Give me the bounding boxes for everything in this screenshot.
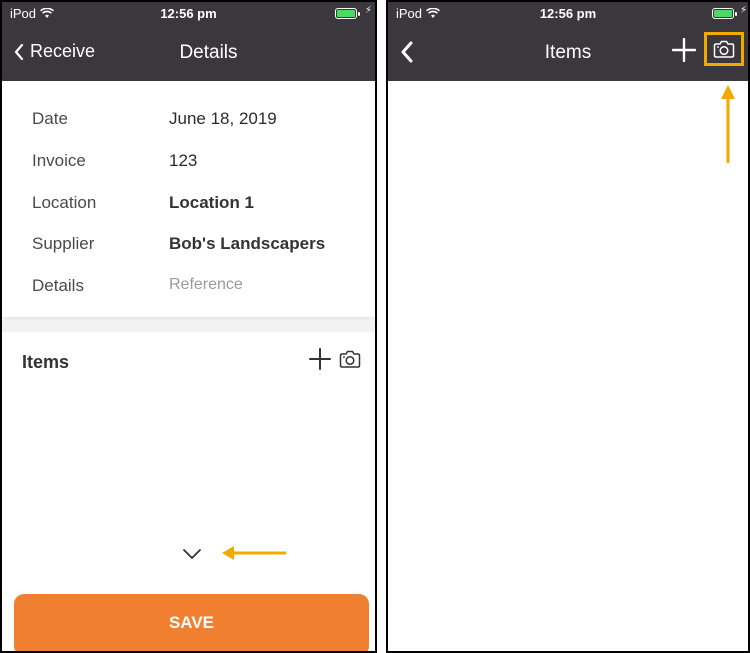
detail-row-invoice[interactable]: Invoice 123 <box>32 151 365 177</box>
charging-icon: ⚡ <box>364 5 372 16</box>
supplier-value[interactable]: Bob's Landscapers <box>169 234 325 254</box>
detail-label: Supplier <box>32 234 95 253</box>
items-actions <box>309 348 361 370</box>
camera-icon <box>713 40 735 58</box>
location-value[interactable]: Location 1 <box>169 193 254 213</box>
save-button[interactable]: SAVE <box>14 594 369 651</box>
status-bar: iPod 12:56 pm ⚡ <box>388 2 748 25</box>
detail-label: Date <box>32 109 68 128</box>
status-time: 12:56 pm <box>160 6 217 21</box>
status-bar: iPod 12:56 pm ⚡ <box>2 2 375 25</box>
nav-bar: Items <box>388 25 748 81</box>
chevron-left-icon <box>14 43 24 60</box>
status-time: 12:56 pm <box>539 6 597 21</box>
detail-row-supplier[interactable]: Supplier Bob's Landscapers <box>32 234 365 260</box>
reference-field[interactable]: Reference <box>169 276 243 294</box>
plus-icon[interactable] <box>672 38 696 62</box>
back-button[interactable]: Receive <box>14 41 95 62</box>
plus-icon[interactable] <box>309 348 331 370</box>
detail-label: Invoice <box>32 151 86 170</box>
detail-row-date[interactable]: Date June 18, 2019 <box>32 109 365 135</box>
back-label: Receive <box>30 41 96 61</box>
back-button[interactable] <box>400 41 414 63</box>
camera-button[interactable] <box>704 32 744 66</box>
chevron-down-icon[interactable] <box>182 548 202 560</box>
section-divider <box>2 320 375 332</box>
arrow-left-icon <box>222 546 286 560</box>
nav-bar: Receive Details <box>2 25 375 81</box>
details-screen: iPod 12:56 pm ⚡ Receive Details Date Jun… <box>0 0 377 653</box>
arrow-up-icon <box>721 85 735 163</box>
items-screen: iPod 12:56 pm ⚡ Items <box>386 0 750 653</box>
date-value[interactable]: June 18, 2019 <box>169 109 277 129</box>
camera-icon[interactable] <box>339 349 361 369</box>
items-heading: Items <box>22 352 70 372</box>
battery-icon <box>712 8 737 19</box>
detail-row-details[interactable]: Details Reference <box>32 276 365 302</box>
detail-row-location[interactable]: Location Location 1 <box>32 193 365 219</box>
invoice-value[interactable]: 123 <box>169 151 197 171</box>
details-form: Date June 18, 2019 Invoice 123 Location … <box>2 81 375 317</box>
detail-label: Location <box>32 193 97 212</box>
battery-icon <box>335 8 360 19</box>
detail-label: Details <box>32 276 84 295</box>
charging-icon: ⚡ <box>739 5 747 16</box>
